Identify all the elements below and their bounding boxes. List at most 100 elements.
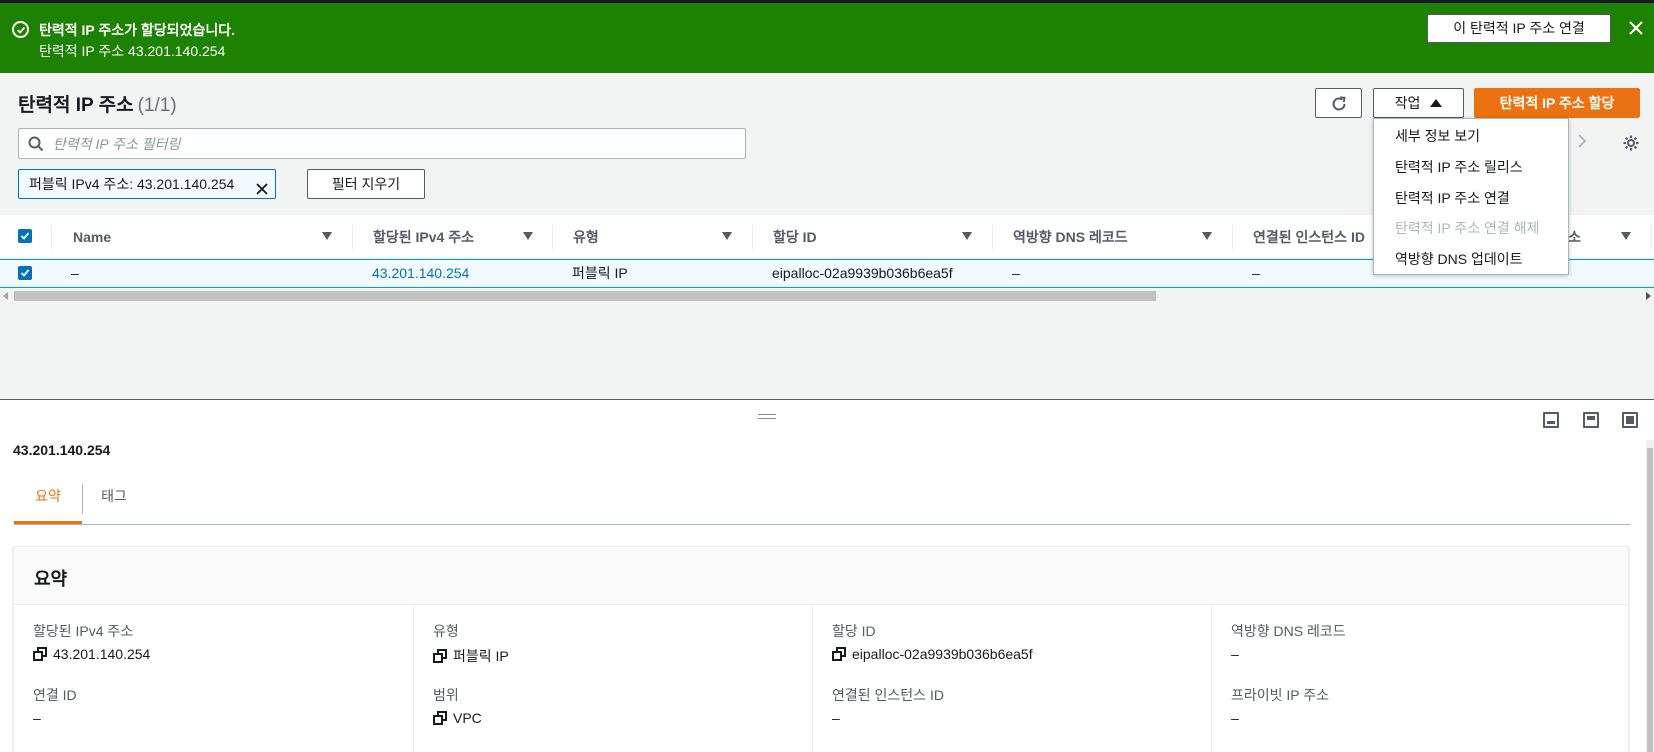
- field-label: 할당된 IPv4 주소: [33, 623, 134, 639]
- horizontal-scrollbar[interactable]: [0, 289, 1654, 303]
- panel-side-icon[interactable]: [1583, 412, 1599, 428]
- kv-column: 유형 퍼블릭 IP 범위 VPC: [413, 605, 812, 752]
- column-header-label: 할당 ID: [773, 229, 817, 245]
- menu-item-release[interactable]: 탄력적 IP 주소 릴리스: [1395, 157, 1523, 177]
- allocate-elastic-ip-button[interactable]: 탄력적 IP 주소 할당: [1474, 88, 1640, 118]
- actions-dropdown-menu: 세부 정보 보기 탄력적 IP 주소 릴리스 탄력적 IP 주소 연결 탄력적 …: [1373, 118, 1569, 275]
- panel-full-icon[interactable]: [1622, 412, 1638, 428]
- copy-icon[interactable]: [433, 711, 447, 725]
- field-label: 유형: [433, 623, 459, 639]
- copy-icon[interactable]: [832, 647, 846, 661]
- column-header-label: Name: [73, 229, 112, 245]
- menu-item-view-details[interactable]: 세부 정보 보기: [1395, 126, 1480, 146]
- field-label: 프라이빗 IP 주소: [1231, 687, 1330, 703]
- field-label: 범위: [433, 687, 459, 703]
- cell-type: 퍼블릭 IP: [572, 265, 628, 281]
- item-count: (1/1): [137, 95, 177, 116]
- tab-tags[interactable]: 태그: [84, 478, 144, 524]
- cell-instance-id: –: [1252, 265, 1260, 281]
- column-header-label: 연결된 인스턴스 ID: [1253, 229, 1365, 245]
- field-value: VPC: [433, 710, 482, 726]
- associate-this-ip-button[interactable]: 이 탄력적 IP 주소 연결: [1427, 14, 1611, 43]
- field-value: eipalloc-02a9939b036b6ea5f: [832, 646, 1033, 662]
- kv-column: 할당된 IPv4 주소 43.201.140.254 연결 ID –: [14, 605, 413, 752]
- field-value: 퍼블릭 IP: [433, 646, 509, 666]
- field-label: 연결된 인스턴스 ID: [832, 687, 944, 703]
- remove-filter-icon[interactable]: [255, 177, 269, 205]
- cell-allocation-id: eipalloc-02a9939b036b6ea5f: [772, 265, 953, 281]
- column-header-name[interactable]: Name: [73, 215, 333, 259]
- field-value: 43.201.140.254: [33, 646, 150, 662]
- field-value: –: [832, 710, 840, 726]
- cell-reverse-dns: –: [1012, 265, 1020, 281]
- column-header-label: 소: [1568, 229, 1581, 245]
- summary-panel-header: 요약: [14, 547, 1628, 605]
- filter-token-text: 퍼블릭 IPv4 주소: 43.201.140.254: [29, 176, 235, 192]
- field-value: –: [1231, 646, 1239, 662]
- refresh-icon: [1332, 96, 1346, 111]
- row-checkbox[interactable]: [18, 266, 32, 280]
- field-label: 역방향 DNS 레코드: [1231, 623, 1346, 639]
- column-header-type[interactable]: 유형: [573, 215, 733, 259]
- column-header-private-ip-partial[interactable]: 소: [1568, 215, 1631, 259]
- column-header-label: 할당된 IPv4 주소: [373, 229, 474, 245]
- search-input[interactable]: [53, 133, 733, 155]
- page-title: 탄력적 IP 주소 (1/1): [18, 90, 177, 117]
- filter-search-box[interactable]: [18, 128, 746, 159]
- kv-column: 할당 ID eipalloc-02a9939b036b6ea5f 연결된 인스턴…: [812, 605, 1211, 752]
- copy-icon[interactable]: [33, 647, 47, 661]
- column-header-ipv4[interactable]: 할당된 IPv4 주소: [373, 215, 533, 259]
- clear-filters-button[interactable]: 필터 지우기: [307, 169, 425, 199]
- details-title: 43.201.140.254: [13, 442, 111, 458]
- page-title-text: 탄력적 IP 주소: [18, 95, 134, 116]
- kv-column: 역방향 DNS 레코드 – 프라이빗 IP 주소 –: [1211, 605, 1610, 752]
- column-header-label: 유형: [573, 229, 599, 245]
- scrollbar-thumb[interactable]: [14, 291, 1156, 301]
- success-check-icon: [12, 21, 29, 38]
- summary-panel-title: 요약: [34, 569, 68, 589]
- search-icon: [28, 136, 44, 155]
- sort-caret-icon: [962, 232, 972, 240]
- summary-panel: 요약 할당된 IPv4 주소 43.201.140.254 연결 ID – 유형…: [13, 546, 1629, 752]
- panel-bottom-icon[interactable]: [1543, 412, 1559, 428]
- sort-caret-icon: [523, 232, 533, 240]
- success-flash-banner: 탄력적 IP 주소가 할당되었습니다. 탄력적 IP 주소 43.201.140…: [0, 0, 1654, 73]
- menu-item-associate[interactable]: 탄력적 IP 주소 연결: [1395, 188, 1510, 208]
- resize-handle[interactable]: [758, 414, 776, 419]
- next-page-icon[interactable]: [1577, 133, 1587, 154]
- details-split-panel: 43.201.140.254 요약 태그 요약 할당된 IPv4 주소 43.2…: [0, 399, 1654, 752]
- sort-caret-icon: [322, 232, 332, 240]
- cell-ipv4-link[interactable]: 43.201.140.254: [372, 260, 469, 287]
- column-header-instance-id[interactable]: 연결된 인스턴스 ID: [1253, 215, 1373, 259]
- column-header-reverse-dns[interactable]: 역방향 DNS 레코드: [1013, 215, 1213, 259]
- scrollbar-thumb[interactable]: [1647, 448, 1653, 752]
- refresh-button[interactable]: [1315, 88, 1362, 118]
- scroll-left-icon[interactable]: [3, 292, 8, 300]
- caret-up-icon: [1430, 99, 1443, 107]
- field-value: –: [1231, 710, 1239, 726]
- sort-caret-icon: [1202, 232, 1212, 240]
- select-all-checkbox[interactable]: [18, 229, 32, 243]
- details-tabs: 요약 태그: [14, 478, 1630, 525]
- menu-item-update-reverse-dns[interactable]: 역방향 DNS 업데이트: [1395, 249, 1523, 269]
- vertical-scrollbar[interactable]: [1646, 440, 1654, 752]
- scroll-right-icon[interactable]: [1646, 292, 1651, 300]
- copy-icon[interactable]: [433, 649, 447, 663]
- column-header-allocation-id[interactable]: 할당 ID: [773, 215, 973, 259]
- flash-title: 탄력적 IP 주소가 할당되었습니다.: [39, 22, 235, 38]
- actions-button-label: 작업: [1394, 95, 1421, 111]
- sort-caret-icon: [722, 232, 732, 240]
- gear-icon[interactable]: [1622, 134, 1640, 155]
- tab-summary[interactable]: 요약: [14, 478, 82, 524]
- field-label: 할당 ID: [832, 623, 876, 639]
- sort-caret-icon: [1621, 232, 1631, 240]
- column-header-label: 역방향 DNS 레코드: [1013, 229, 1128, 245]
- close-icon[interactable]: [1626, 18, 1646, 38]
- field-value: –: [33, 710, 41, 726]
- menu-item-disassociate: 탄력적 IP 주소 연결 해제: [1395, 220, 1540, 236]
- cell-name: –: [71, 265, 79, 281]
- filter-token: 퍼블릭 IPv4 주소: 43.201.140.254: [18, 169, 276, 199]
- field-label: 연결 ID: [33, 687, 77, 703]
- actions-button[interactable]: 작업: [1373, 88, 1464, 118]
- flash-subtitle: 탄력적 IP 주소 43.201.140.254: [39, 43, 226, 59]
